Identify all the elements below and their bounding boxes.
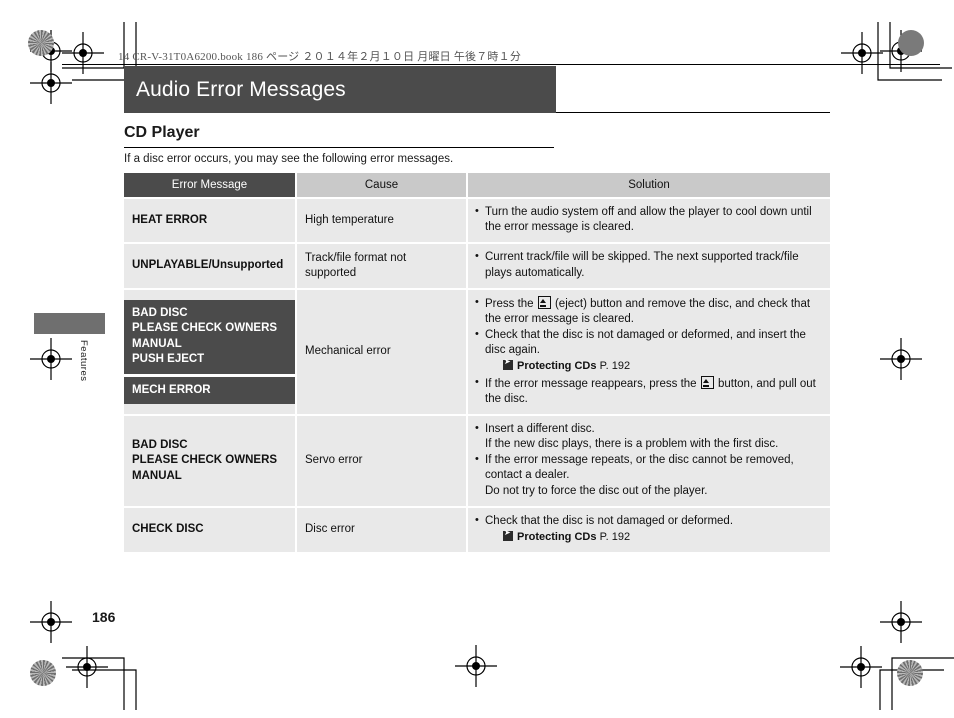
list-item: Press the (eject) button and remove the … (474, 295, 822, 327)
table-row: HEAT ERROR High temperature Turn the aud… (124, 199, 830, 245)
eject-icon (537, 295, 551, 309)
table-row: CHECK DISC Disc error Check that the dis… (124, 507, 830, 555)
error-messages-table: Error Message Cause Solution HEAT ERROR … (124, 173, 830, 555)
list-item-subtext: If the new disc plays, there is a proble… (485, 438, 779, 451)
section-rule (124, 147, 554, 148)
cause-cell: Mechanical error (297, 289, 468, 416)
error-message-block: BAD DISC PLEASE CHECK OWNERS MANUAL PUSH… (124, 299, 295, 374)
column-header-error-message: Error Message (124, 173, 297, 199)
column-header-solution: Solution (468, 173, 830, 199)
registration-mark-bottom-center (455, 645, 497, 692)
registration-mark-top-inner-right (62, 32, 104, 79)
cross-reference[interactable]: Protecting CDs P. 192 (485, 357, 822, 374)
solution-list: Check that the disc is not damaged or de… (474, 513, 822, 545)
color-target-top-left (28, 30, 54, 56)
table-row: UNPLAYABLE/Unsupported Track/file format… (124, 244, 830, 290)
cross-reference-page: P. 192 (599, 360, 631, 373)
color-target-bottom-left (30, 660, 56, 686)
header-rule (62, 64, 940, 65)
table-row: BAD DISC PLEASE CHECK OWNERS MANUAL PUSH… (124, 289, 830, 416)
list-item: Turn the audio system off and allow the … (474, 204, 822, 235)
solution-list: Press the (eject) button and remove the … (474, 295, 822, 407)
solution-list: Turn the audio system off and allow the … (474, 204, 822, 235)
error-message-cell: UNPLAYABLE/Unsupported (124, 244, 297, 290)
page-number: 186 (92, 609, 116, 625)
list-item-text-pre: If the error message reappears, press th… (485, 377, 700, 390)
registration-mark-top-right-inner (841, 32, 883, 79)
registration-mark-bottom-right (880, 601, 922, 648)
list-item-subtext: Do not try to force the disc out of the … (485, 484, 708, 497)
page-title-band: Audio Error Messages (124, 66, 556, 113)
list-item-text: If the error message repeats, or the dis… (485, 454, 794, 482)
cross-reference-page: P. 192 (599, 530, 631, 543)
error-message-cell: HEAT ERROR (124, 199, 297, 245)
solution-cell: Check that the disc is not damaged or de… (468, 507, 830, 555)
section-intro-text: If a disc error occurs, you may see the … (124, 153, 454, 165)
solution-list: Insert a different disc. If the new disc… (474, 421, 822, 499)
book-ref-icon (503, 528, 513, 541)
registration-mark-bottom-left (30, 601, 72, 648)
table-body: HEAT ERROR High temperature Turn the aud… (124, 199, 830, 555)
list-item: Current track/file will be skipped. The … (474, 249, 822, 280)
solution-cell: Insert a different disc. If the new disc… (468, 415, 830, 508)
print-job-header: 14 CR-V-31T0A6200.book 186 ページ ２０１４年２月１０… (118, 51, 522, 63)
section-heading: CD Player (124, 124, 200, 141)
cause-cell: Servo error (297, 415, 468, 508)
list-item: Check that the disc is not damaged or de… (474, 513, 822, 545)
list-item: Check that the disc is not damaged or de… (474, 327, 822, 375)
side-tab-label: Features (78, 340, 89, 382)
color-target-bottom-right (897, 660, 923, 686)
solution-cell: Current track/file will be skipped. The … (468, 244, 830, 290)
page-title: Audio Error Messages (136, 77, 346, 101)
solution-list: Current track/file will be skipped. The … (474, 249, 822, 280)
table-header-row: Error Message Cause Solution (124, 173, 830, 199)
list-item-text: Check that the disc is not damaged or de… (485, 329, 806, 357)
error-message-block: MECH ERROR (124, 376, 295, 405)
cross-reference-title: Protecting CDs (517, 360, 597, 373)
cross-reference-title: Protecting CDs (517, 530, 597, 543)
title-band-rule (556, 112, 830, 113)
list-item-text: Insert a different disc. (485, 422, 595, 435)
list-item: If the error message repeats, or the dis… (474, 452, 822, 499)
registration-mark-bottom-left-inner (66, 646, 108, 693)
solution-cell: Turn the audio system off and allow the … (468, 199, 830, 245)
solution-cell: Press the (eject) button and remove the … (468, 289, 830, 416)
list-item-text: Check that the disc is not damaged or de… (485, 514, 734, 527)
column-header-cause: Cause (297, 173, 468, 199)
side-thumb-tab (34, 313, 105, 334)
error-message-cell: CHECK DISC (124, 507, 297, 555)
table-row: BAD DISC PLEASE CHECK OWNERS MANUAL Serv… (124, 415, 830, 508)
list-item-text-pre: Press the (485, 297, 537, 310)
list-item: Insert a different disc. If the new disc… (474, 421, 822, 452)
cross-reference[interactable]: Protecting CDs P. 192 (485, 528, 822, 545)
book-ref-icon (503, 357, 513, 371)
color-target-top-right (898, 30, 924, 56)
cause-cell: Disc error (297, 507, 468, 555)
eject-icon (700, 375, 714, 389)
cause-cell: High temperature (297, 199, 468, 245)
error-message-cell-group: BAD DISC PLEASE CHECK OWNERS MANUAL PUSH… (124, 289, 297, 416)
cause-cell: Track/file format not supported (297, 244, 468, 290)
list-item: If the error message reappears, press th… (474, 375, 822, 407)
registration-mark-bottom-right-inner (840, 646, 882, 693)
registration-mark-left-middle (30, 338, 72, 385)
registration-mark-right-middle (880, 338, 922, 385)
error-message-cell: BAD DISC PLEASE CHECK OWNERS MANUAL (124, 415, 297, 508)
